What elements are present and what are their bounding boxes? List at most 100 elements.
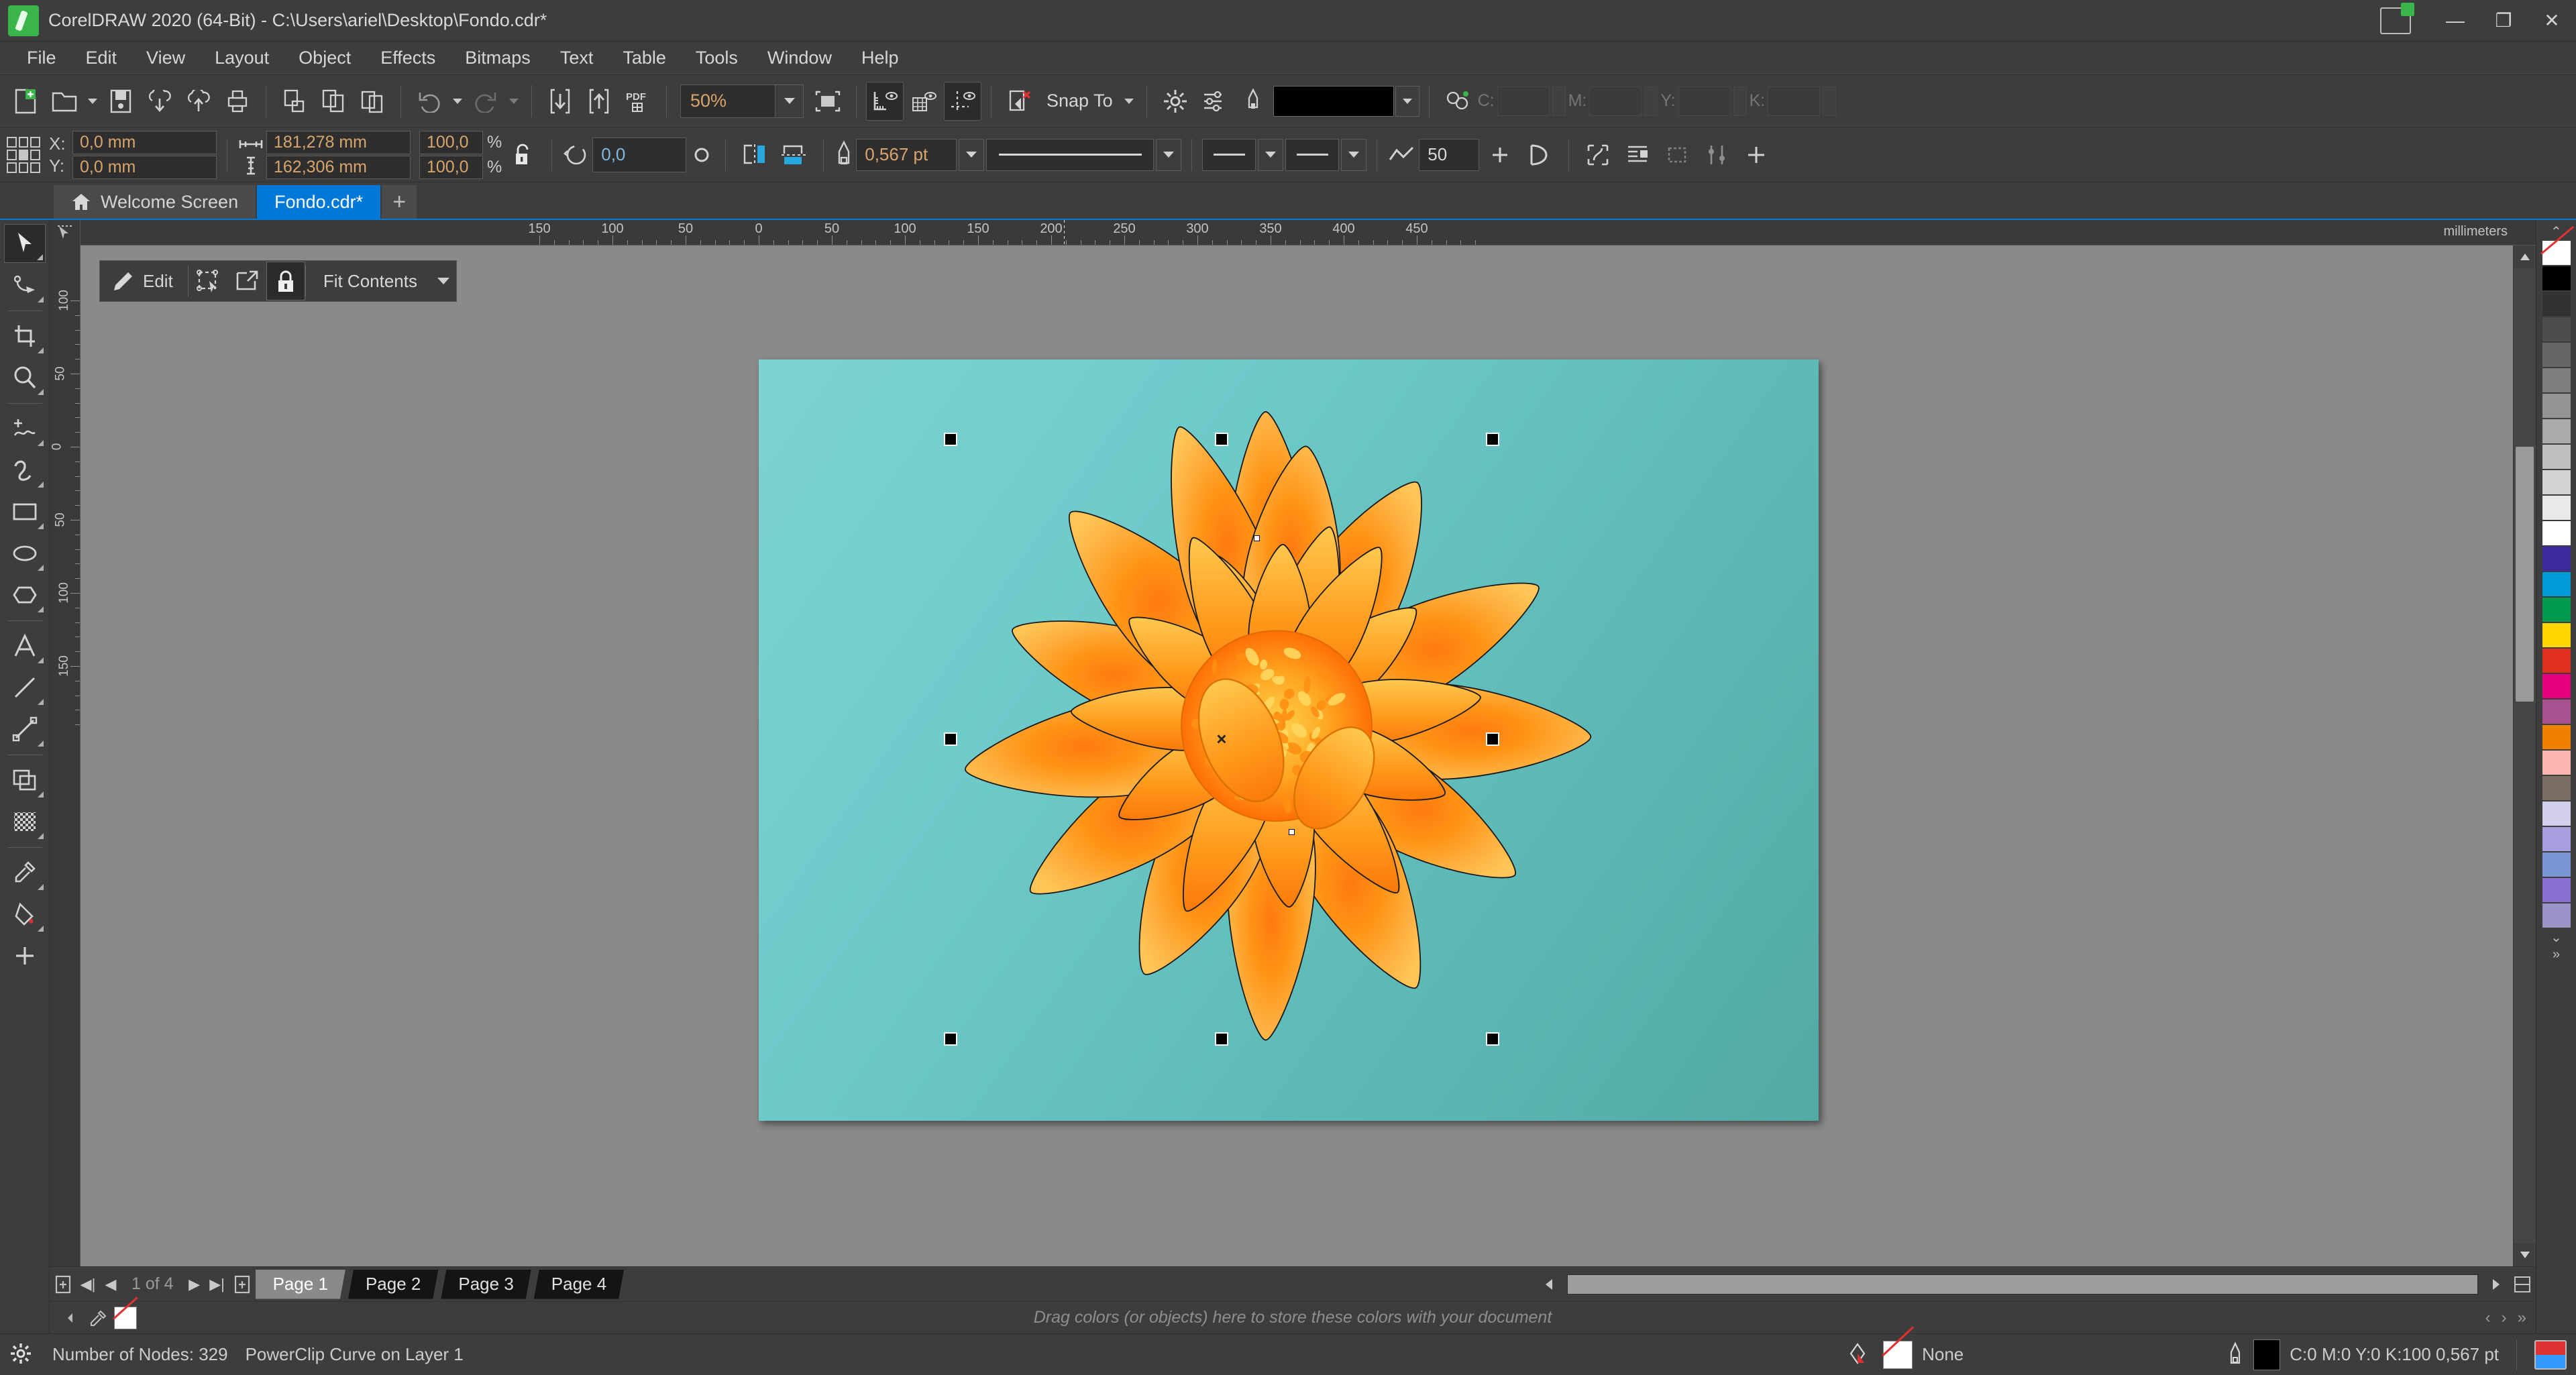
- page-tab-2[interactable]: Page 2: [348, 1270, 438, 1299]
- selection-handle-bottom-center[interactable]: [1215, 1032, 1228, 1046]
- document-options-icon[interactable]: [1195, 82, 1233, 121]
- menu-text[interactable]: Text: [545, 44, 608, 72]
- snap-to-dropdown-icon[interactable]: [1121, 82, 1137, 121]
- tool-pick[interactable]: [4, 224, 46, 263]
- document-palette-strip[interactable]: Drag colors (or objects) here to store t…: [50, 1301, 2536, 1333]
- menu-file[interactable]: File: [12, 44, 71, 72]
- show-rulers-icon[interactable]: [866, 82, 904, 121]
- import-icon[interactable]: [141, 82, 178, 121]
- cmyk-c-spinner[interactable]: [1552, 87, 1566, 116]
- tool-parallel-dimension[interactable]: [4, 668, 46, 707]
- vertical-guideline[interactable]: [1064, 220, 1065, 245]
- palette-swatch-19[interactable]: [2542, 724, 2571, 750]
- menu-tools[interactable]: Tools: [681, 44, 753, 72]
- paste-icon[interactable]: [354, 82, 391, 121]
- color-styles-icon[interactable]: [1439, 82, 1477, 121]
- menu-window[interactable]: Window: [753, 44, 847, 72]
- zoom-to-fit-icon[interactable]: [809, 82, 847, 121]
- scroll-thumb[interactable]: [2516, 447, 2534, 702]
- anchor-cell[interactable]: [7, 150, 17, 160]
- text-wrap-icon[interactable]: [1619, 135, 1656, 174]
- outline-color-dropdown-icon[interactable]: [1395, 86, 1419, 117]
- selection-handle-middle-left[interactable]: [944, 732, 957, 746]
- palette-swatch-25[interactable]: [2542, 877, 2571, 903]
- restore-button[interactable]: ❐: [2479, 0, 2528, 42]
- scale-x-input[interactable]: 100,0: [419, 131, 483, 154]
- menu-effects[interactable]: Effects: [366, 44, 450, 72]
- add-page-before-icon[interactable]: [50, 1270, 76, 1299]
- open-dropdown-icon[interactable]: [85, 82, 101, 121]
- options-gear-icon[interactable]: [1157, 82, 1194, 121]
- cmyk-k-field[interactable]: [1768, 87, 1820, 116]
- tool-artistic-media[interactable]: [4, 451, 46, 490]
- outline-color-chip[interactable]: [2253, 1339, 2280, 1370]
- selection-handle-top-left[interactable]: [944, 433, 957, 446]
- tab-welcome-screen[interactable]: Welcome Screen: [54, 185, 256, 219]
- undo-dropdown-icon[interactable]: [449, 82, 466, 121]
- cmyk-y-spinner[interactable]: [1733, 87, 1747, 116]
- edit-fill-icon[interactable]: [1658, 135, 1696, 174]
- anchor-cell-center[interactable]: [19, 150, 29, 160]
- hscroll-right-icon[interactable]: [2482, 1270, 2509, 1299]
- start-arrowhead-dropdown-icon[interactable]: [1258, 139, 1283, 171]
- menu-layout[interactable]: Layout: [200, 44, 284, 72]
- selection-handle-top-center[interactable]: [1215, 433, 1228, 446]
- show-guidelines-icon[interactable]: [944, 82, 981, 121]
- palette-swatch-16[interactable]: [2542, 648, 2571, 673]
- palette-swatch-24[interactable]: [2542, 852, 2571, 877]
- zoom-level-value[interactable]: 50%: [681, 91, 775, 111]
- anchor-cell[interactable]: [7, 137, 17, 148]
- palette-swatch-20[interactable]: [2542, 750, 2571, 775]
- rotation-angle-input[interactable]: 0,0: [592, 138, 686, 172]
- tool-color-eyedropper[interactable]: [4, 853, 46, 892]
- tool-drop-shadow[interactable]: [4, 761, 46, 800]
- redo-dropdown-icon[interactable]: [506, 82, 522, 121]
- selection-handle-bottom-left[interactable]: [944, 1032, 957, 1046]
- anchor-cell[interactable]: [30, 162, 40, 173]
- anchor-cell[interactable]: [19, 162, 29, 173]
- document-page[interactable]: ×: [759, 360, 1819, 1121]
- increase-value-icon[interactable]: [1481, 135, 1519, 174]
- export-icon[interactable]: [180, 82, 217, 121]
- next-page-button[interactable]: ▶: [183, 1270, 206, 1299]
- rotation-center-icon[interactable]: [688, 142, 715, 168]
- snap-to-label[interactable]: Snap To: [1040, 91, 1120, 111]
- end-arrowhead-dropdown-icon[interactable]: [1341, 139, 1366, 171]
- zoom-dropdown-icon[interactable]: [775, 85, 803, 117]
- cmyk-m-field[interactable]: [1589, 87, 1642, 116]
- corner-value-input[interactable]: 50: [1419, 139, 1479, 171]
- object-width-input[interactable]: 181,278 mm: [266, 131, 411, 154]
- object-height-input[interactable]: 162,306 mm: [266, 156, 411, 179]
- tool-freehand[interactable]: [4, 409, 46, 448]
- canvas-horizontal-scrollbar[interactable]: [1567, 1274, 2478, 1295]
- transparency-icon[interactable]: [1698, 135, 1735, 174]
- new-tab-button[interactable]: +: [382, 185, 417, 219]
- anchor-cell[interactable]: [30, 150, 40, 160]
- lock-contents-icon[interactable]: [266, 262, 305, 300]
- page-view-toggle-icon[interactable]: [2509, 1270, 2536, 1299]
- mirror-horizontal-icon[interactable]: [736, 135, 773, 174]
- palette-swatch-22[interactable]: [2542, 801, 2571, 826]
- menu-view[interactable]: View: [131, 44, 200, 72]
- menu-edit[interactable]: Edit: [71, 44, 132, 72]
- fill-color-chip[interactable]: [1883, 1341, 1913, 1369]
- palette-scroll-left-icon[interactable]: [59, 1303, 82, 1333]
- line-style-dropdown-icon[interactable]: [1156, 139, 1181, 171]
- page-tab-4[interactable]: Page 4: [534, 1270, 624, 1299]
- scroll-down-button[interactable]: [2514, 1244, 2536, 1266]
- select-contents-icon[interactable]: [189, 262, 227, 300]
- vertical-ruler[interactable]: 10050050100150: [50, 245, 80, 1266]
- palette-swatch-21[interactable]: [2542, 775, 2571, 801]
- anchor-cell[interactable]: [7, 162, 17, 173]
- palette-swatch-10[interactable]: [2542, 495, 2571, 520]
- y-position-input[interactable]: 0,0 mm: [72, 156, 217, 179]
- publish-pdf-icon[interactable]: PDF: [619, 82, 657, 121]
- palette-more-icon[interactable]: »: [2542, 946, 2571, 963]
- curve-node-upper[interactable]: [1254, 535, 1260, 541]
- horizontal-ruler[interactable]: millimeters 1501005005010015020025030035…: [80, 220, 2513, 245]
- cut-icon[interactable]: [276, 82, 313, 121]
- cmyk-m-spinner[interactable]: [1644, 87, 1658, 116]
- add-property-icon[interactable]: [1737, 135, 1775, 174]
- convert-to-curves-icon[interactable]: [1579, 135, 1617, 174]
- palette-swatch-7[interactable]: [2542, 419, 2571, 444]
